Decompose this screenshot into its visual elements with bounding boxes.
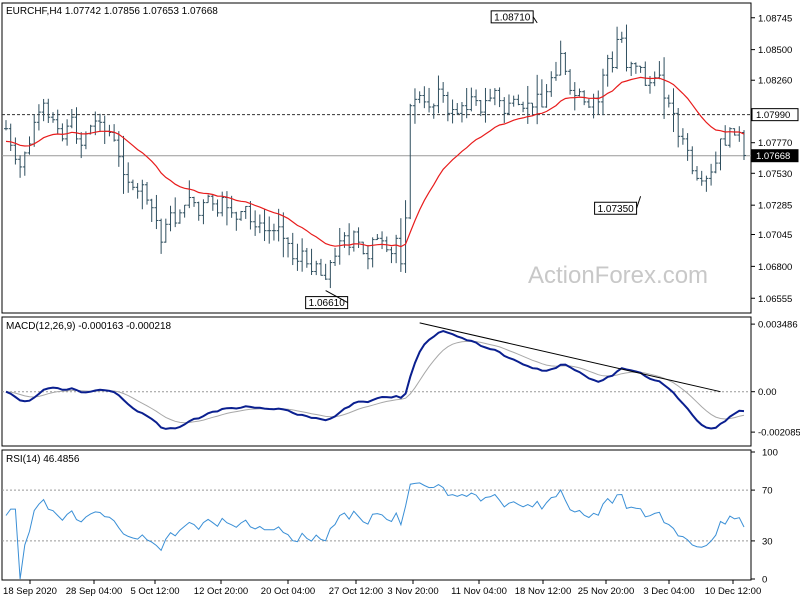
price-tick-label: 1.08260	[758, 76, 792, 87]
rsi-layer	[2, 482, 751, 580]
price-axis: 1.06555 1.06800 1.07045 1.07285 1.07530 1.077…	[751, 13, 799, 305]
x-tick-label: 18 Nov 12:00	[515, 586, 572, 597]
rsi-tick-label: 30	[762, 536, 773, 547]
rsi-axis: 100 70 30 0	[751, 448, 778, 586]
price-tick-label: 1.08500	[758, 45, 792, 56]
x-tick-label: 5 Oct 12:00	[130, 586, 179, 597]
price-panel-title: EURCHF,H4 1.07742 1.07856 1.07653 1.0766…	[6, 6, 218, 17]
price-tick-label: 1.07285	[758, 201, 792, 212]
price-bars	[4, 24, 746, 289]
macd-tick-label: 0.003486	[758, 320, 798, 331]
macd-tick-label: -0.002085	[758, 428, 800, 439]
x-tick-label: 20 Oct 04:00	[261, 586, 315, 597]
chart-root: ActionForex.com EURCHF,H4 1.07742 1.0785…	[0, 0, 800, 600]
resistance-label: 1.07990	[756, 110, 790, 121]
price-tick-label: 1.07530	[758, 169, 792, 180]
x-tick-label: 25 Nov 20:00	[578, 586, 635, 597]
macd-panel-frame	[1, 316, 752, 447]
price-tick-label: 1.07045	[758, 230, 792, 241]
macd-panel-title: MACD(12,26,9) -0.000163 -0.000218	[6, 321, 172, 332]
macd-layer	[2, 322, 751, 430]
price-moving-average	[5, 76, 745, 248]
macd-tick-label: 0.00	[758, 387, 777, 398]
rsi-tick-label: 70	[762, 486, 773, 497]
macd-axis: 0.003486 0.00 -0.002085	[751, 320, 800, 439]
macd-trendline	[419, 322, 721, 393]
x-axis: 18 Sep 2020 28 Sep 04:00 5 Oct 12:00 12 Oct…	[3, 580, 761, 597]
x-tick-label: 28 Sep 04:00	[66, 586, 123, 597]
annotation-label: 1.07350	[598, 204, 635, 215]
rsi-tick-label: 100	[762, 448, 778, 459]
chart-svg: ActionForex.com EURCHF,H4 1.07742 1.0785…	[1, 2, 800, 597]
price-tick-label: 1.07770	[758, 138, 792, 149]
price-tick-label: 1.06800	[758, 262, 792, 273]
rsi-panel-frame	[1, 449, 752, 581]
x-tick-label: 3 Nov 20:00	[387, 586, 438, 597]
x-tick-label: 12 Oct 20:00	[194, 586, 248, 597]
annotation-label: 1.06610	[309, 298, 346, 309]
x-tick-label: 3 Dec 04:00	[643, 586, 694, 597]
price-tick-label: 1.06555	[758, 294, 792, 305]
annotation-pointer	[532, 16, 538, 24]
moving-average-line	[5, 76, 745, 248]
watermark: ActionForex.com	[528, 262, 708, 289]
rsi-panel-title: RSI(14) 46.4856	[6, 454, 80, 465]
macd-signal-line	[5, 340, 745, 424]
price-tick-label: 1.08745	[758, 13, 792, 24]
x-tick-label: 10 Dec 12:00	[705, 586, 762, 597]
x-tick-label: 18 Sep 2020	[3, 586, 57, 597]
rsi-tick-label: 0	[762, 575, 767, 586]
x-tick-label: 27 Oct 12:00	[329, 586, 383, 597]
macd-line	[5, 330, 745, 430]
rsi-line	[5, 482, 745, 580]
current-price-label: 1.07668	[756, 151, 790, 162]
annotation-label: 1.08710	[494, 12, 531, 23]
x-tick-label: 11 Nov 04:00	[451, 586, 507, 597]
annotation-pointer	[636, 196, 642, 209]
